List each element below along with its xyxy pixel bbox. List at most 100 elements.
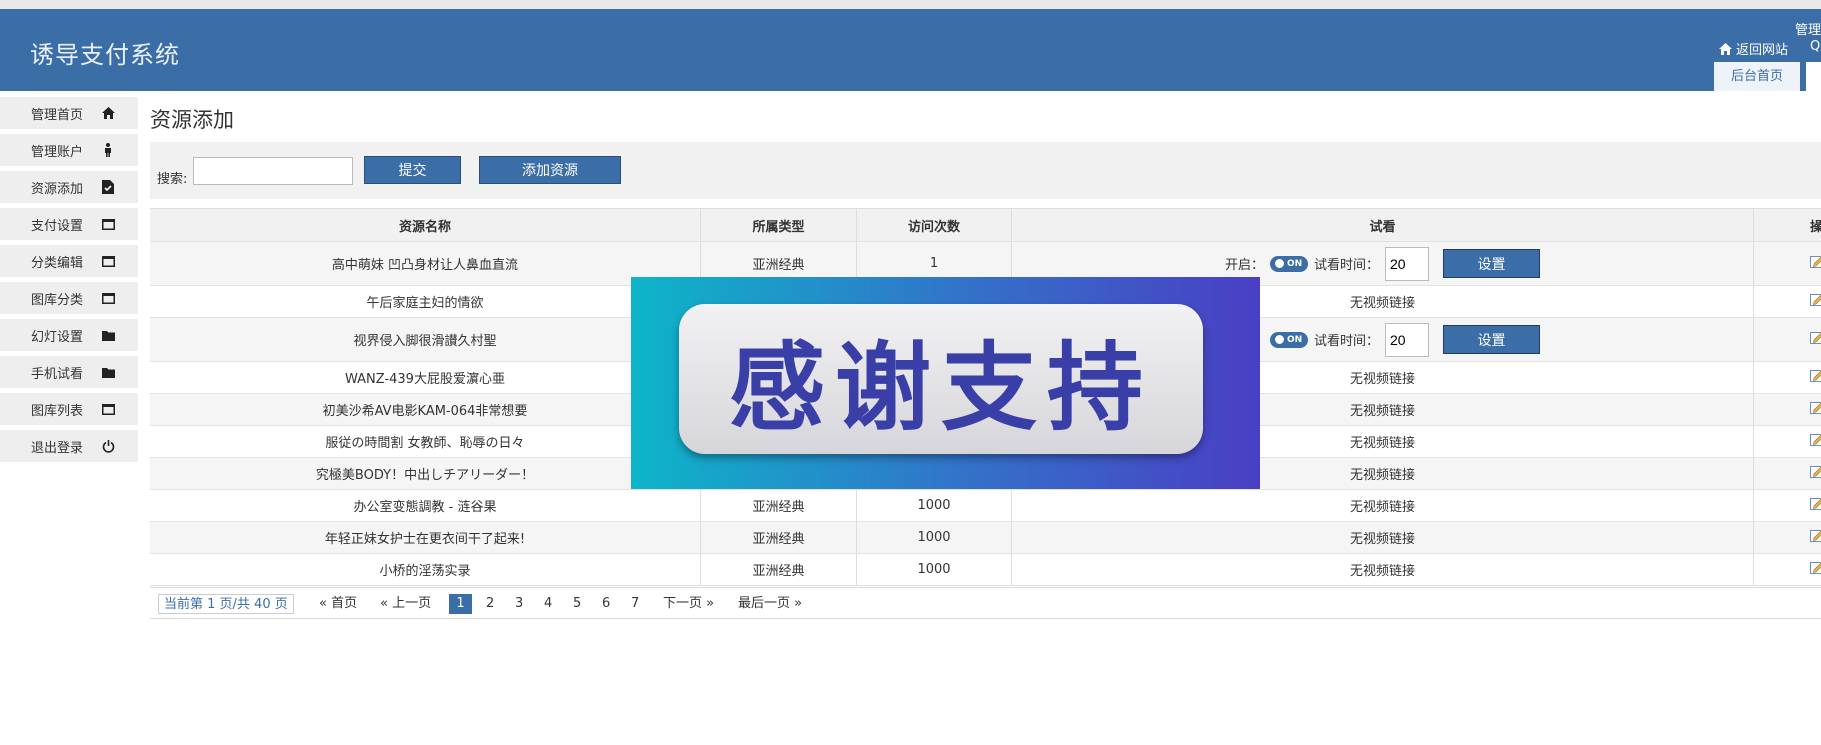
browser-top-strip: [0, 0, 1821, 9]
window-icon: [101, 217, 115, 231]
table-row: 年轻正妹女护士在更衣间干了起来! 亚洲经典 1000 无视频链接: [150, 522, 1821, 554]
search-input[interactable]: [193, 157, 353, 185]
app-header: 诱导支付系统 管理 返回网站 Q 后台首页: [0, 9, 1821, 91]
overlay-banner-panel: 感谢支持: [679, 304, 1203, 454]
cell-actions: [1754, 490, 1821, 521]
trial-status: 无视频链接: [1349, 532, 1415, 547]
trial-status: 无视频链接: [1349, 436, 1415, 451]
pagination-page-3[interactable]: 3: [515, 594, 523, 614]
pagination-page-1[interactable]: 1: [449, 594, 472, 614]
toggle-text: ON: [1287, 258, 1303, 269]
edit-icon[interactable]: [1810, 401, 1821, 419]
sidebar-item-resource-add[interactable]: 资源添加: [0, 171, 138, 203]
trial-status: 无视频链接: [1349, 296, 1415, 311]
edit-icon[interactable]: [1810, 293, 1821, 311]
sidebar-item-label: 退出登录: [31, 440, 84, 456]
return-site-link[interactable]: 返回网站: [1719, 39, 1788, 58]
trial-time-input[interactable]: [1385, 322, 1430, 357]
sidebar-item-admin-account[interactable]: 管理账户: [0, 134, 138, 166]
pagination-page-7[interactable]: 7: [631, 594, 639, 614]
pagination-next[interactable]: 下一页 »: [663, 594, 714, 614]
header-glyph: Q: [1810, 39, 1821, 54]
edit-icon[interactable]: [1810, 561, 1821, 579]
cell-actions: [1754, 554, 1821, 585]
cell-name: 服従の時間割 女教師、恥辱の日々: [150, 426, 701, 457]
pagination-first[interactable]: « 首页: [319, 594, 357, 614]
cell-name: 初美沙希AV电影KAM-064非常想要: [150, 394, 701, 425]
tab-next[interactable]: [1806, 62, 1821, 91]
edit-icon[interactable]: [1810, 433, 1821, 451]
cell-visits: 1000: [857, 554, 1012, 585]
cell-actions: [1754, 394, 1821, 425]
cell-name: 究極美BODY！中出しチアリーダー！: [150, 458, 701, 489]
cell-name: 年轻正妹女护士在更衣间干了起来!: [150, 522, 701, 553]
cell-actions: [1754, 242, 1821, 285]
column-header-type: 所属类型: [701, 209, 857, 241]
tab-backend-home[interactable]: 后台首页: [1714, 62, 1800, 91]
cell-type: 亚洲经典: [701, 554, 857, 585]
search-label: 搜索:: [157, 172, 188, 187]
cell-visits: 1000: [857, 522, 1012, 553]
power-icon: [101, 439, 115, 453]
sidebar-item-mobile-preview[interactable]: 手机试看: [0, 356, 138, 388]
trial-toggle[interactable]: ON: [1270, 331, 1308, 348]
edit-icon[interactable]: [1810, 369, 1821, 387]
add-resource-button[interactable]: 添加资源: [479, 156, 621, 184]
cell-name: WANZ-439大屁股爱濵心亜: [150, 362, 701, 393]
trial-status: 无视频链接: [1349, 468, 1415, 483]
sidebar-item-gallery-category[interactable]: 图库分类: [0, 282, 138, 314]
sidebar-item-admin-home[interactable]: 管理首页: [0, 97, 138, 129]
sidebar-item-slideshow-settings[interactable]: 幻灯设置: [0, 319, 138, 351]
edit-icon[interactable]: [1810, 465, 1821, 483]
sidebar-item-payment-settings[interactable]: 支付设置: [0, 208, 138, 240]
submit-button[interactable]: 提交: [364, 156, 461, 184]
trial-status: 无视频链接: [1349, 404, 1415, 419]
cell-trial: 无视频链接: [1012, 554, 1754, 585]
window-icon: [101, 291, 115, 305]
pagination-page-2[interactable]: 2: [486, 594, 494, 614]
edit-icon[interactable]: [1810, 331, 1821, 349]
sidebar-item-label: 资源添加: [31, 181, 84, 197]
toggle-knob: [1274, 258, 1285, 269]
trial-time-label: 试看时间：: [1314, 334, 1380, 349]
app-brand-title: 诱导支付系统: [30, 41, 180, 69]
trial-time-input[interactable]: [1385, 246, 1430, 281]
pagination-prev[interactable]: « 上一页: [380, 594, 431, 614]
cell-trial: 无视频链接: [1012, 490, 1754, 521]
window-icon: [101, 254, 115, 268]
edit-icon[interactable]: [1810, 497, 1821, 515]
sidebar-item-label: 手机试看: [31, 366, 84, 382]
sidebar-item-label: 分类编辑: [31, 255, 84, 271]
sidebar-item-category-edit[interactable]: 分类编辑: [0, 245, 138, 277]
folder-icon: [101, 328, 115, 342]
edit-icon[interactable]: [1810, 255, 1821, 273]
home-icon: [1719, 42, 1732, 55]
sidebar-item-logout[interactable]: 退出登录: [0, 430, 138, 462]
pagination-page-4[interactable]: 4: [544, 594, 552, 614]
sidebar-item-label: 管理首页: [31, 107, 84, 123]
sidebar-item-label: 幻灯设置: [31, 329, 84, 345]
home-icon: [101, 106, 115, 120]
pagination-last[interactable]: 最后一页 »: [738, 594, 802, 614]
sidebar-item-gallery-list[interactable]: 图库列表: [0, 393, 138, 425]
overlay-banner-text: 感谢支持: [729, 331, 1153, 444]
page-title: 资源添加: [150, 108, 234, 132]
set-button[interactable]: 设置: [1443, 249, 1541, 278]
set-button[interactable]: 设置: [1443, 325, 1541, 354]
trial-open-label: 开启：: [1224, 258, 1264, 273]
trial-time-label: 试看时间：: [1314, 258, 1380, 273]
cell-actions: [1754, 362, 1821, 393]
cell-actions: [1754, 522, 1821, 553]
pagination-page-6[interactable]: 6: [602, 594, 610, 614]
sidebar: 管理首页 管理账户 资源添加 支付设置 分类编辑 图库分类 幻灯设置 手机试看 …: [0, 97, 138, 467]
trial-toggle[interactable]: ON: [1270, 255, 1308, 272]
edit-icon[interactable]: [1810, 529, 1821, 547]
folder-icon: [101, 365, 115, 379]
admin-user-label[interactable]: 管理: [1795, 19, 1821, 38]
trial-status: 无视频链接: [1349, 500, 1415, 515]
trial-status: 无视频链接: [1349, 372, 1415, 387]
overlay-banner[interactable]: 感谢支持: [631, 277, 1260, 489]
pagination-info: 当前第 1 页/共 40 页: [158, 594, 294, 614]
user-icon: [101, 143, 115, 157]
pagination-page-5[interactable]: 5: [573, 594, 581, 614]
